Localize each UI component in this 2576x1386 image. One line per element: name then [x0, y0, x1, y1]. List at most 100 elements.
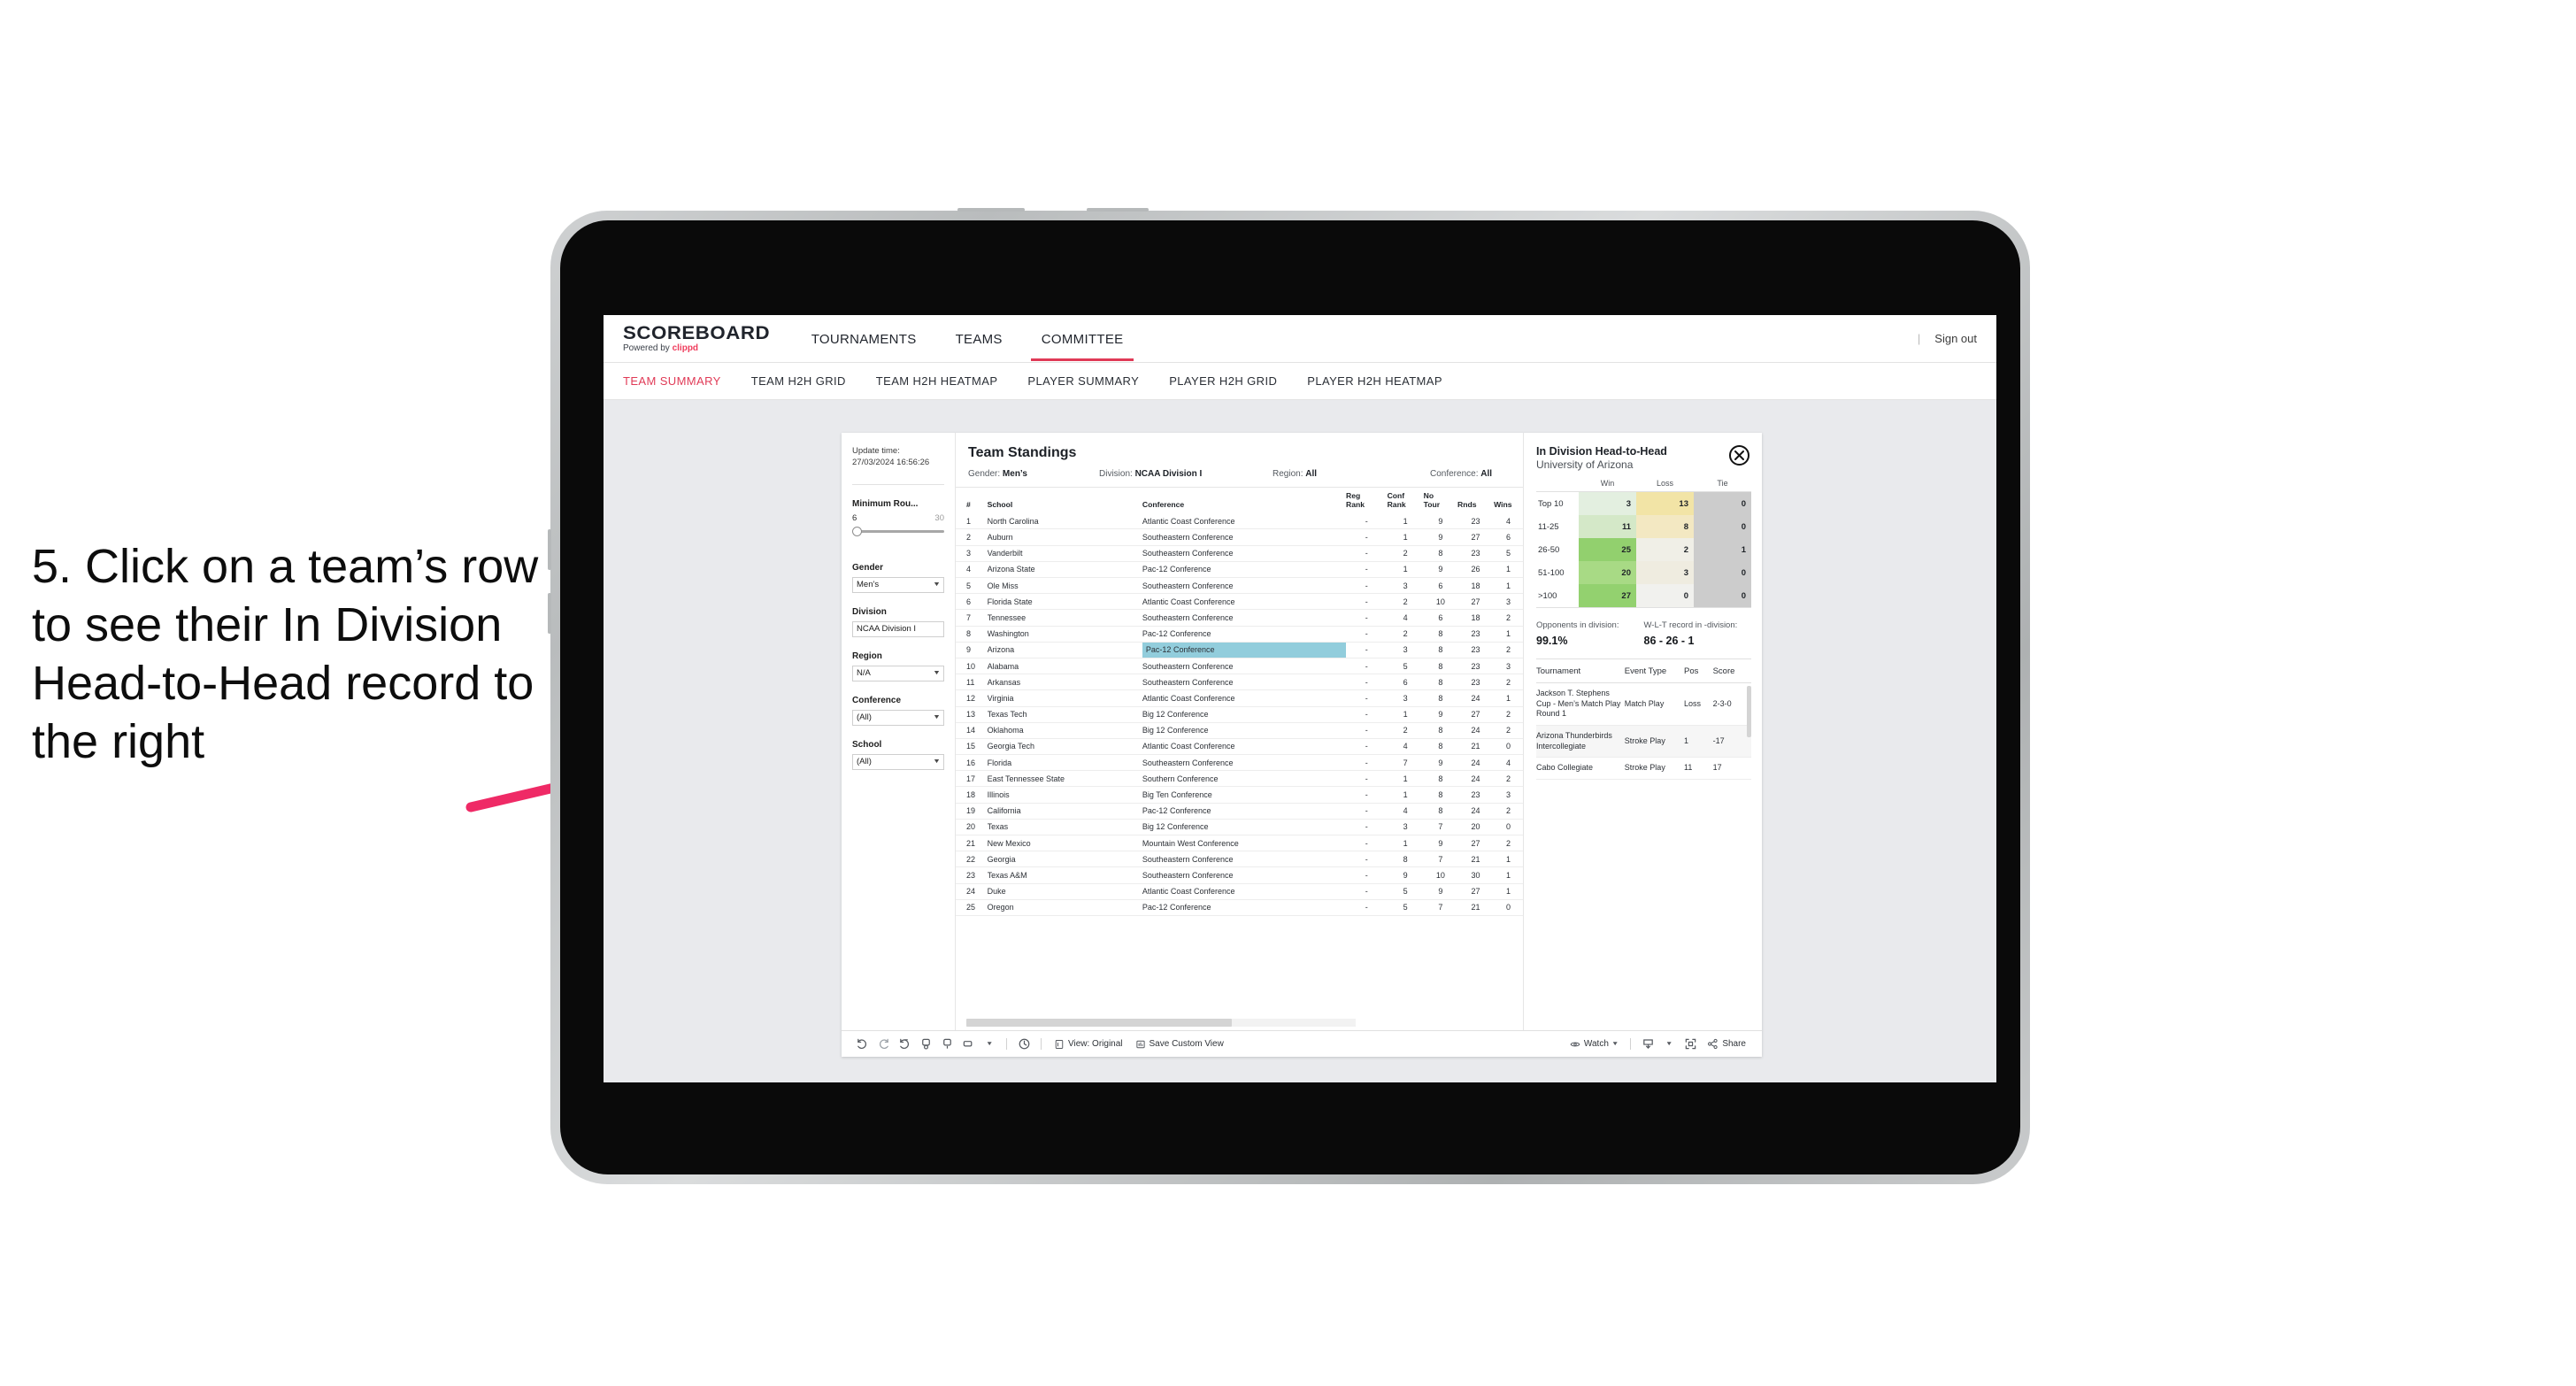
cell-pos: 11 — [1684, 757, 1713, 781]
undo-icon[interactable] — [851, 1035, 873, 1054]
cell-rank: 21 — [956, 835, 988, 852]
meta-division: Division: NCAA Division I — [1099, 469, 1203, 479]
region-select[interactable]: N/A ▼ — [852, 665, 944, 681]
table-row[interactable]: 23 Texas A&M Southeastern Conference -9 10 30… — [956, 866, 1523, 884]
tab-player-h2h-grid[interactable]: PLAYER H2H GRID — [1169, 374, 1277, 388]
nav-committee[interactable]: COMMITTEE — [1022, 317, 1143, 361]
col-rank[interactable]: # — [956, 488, 988, 513]
table-row[interactable]: 16 Florida Southeastern Conference -7 9 24 4 — [956, 754, 1523, 772]
horizontal-scrollbar-thumb[interactable] — [966, 1019, 1232, 1027]
cell-school: Ole Miss — [987, 577, 1142, 595]
cell-reg-rank: - — [1346, 754, 1388, 772]
tab-player-summary[interactable]: PLAYER SUMMARY — [1027, 374, 1139, 388]
redo-icon[interactable] — [873, 1035, 894, 1054]
table-row[interactable]: 21 New Mexico Mountain West Conference -1 9 2… — [956, 835, 1523, 852]
download-dropdown-caret[interactable]: ▼ — [1658, 1035, 1680, 1054]
cell-rank: 9 — [956, 642, 988, 658]
heatmap-cell-win: 27 — [1579, 584, 1636, 608]
col-reg-rank[interactable]: Reg Rank — [1346, 488, 1388, 513]
cell-reg-rank: - — [1346, 577, 1388, 595]
cell-no-tour: 8 — [1423, 626, 1457, 643]
chevron-down-icon: ▼ — [933, 670, 942, 677]
school-select[interactable]: (All) ▼ — [852, 753, 944, 770]
fullscreen-icon[interactable] — [1680, 1035, 1701, 1054]
table-row[interactable]: 10 Alabama Southeastern Conference -5 8 23 3 — [956, 658, 1523, 675]
col-no-tour[interactable]: No Tour — [1424, 488, 1457, 513]
sign-out-link[interactable]: Sign out — [1934, 332, 1977, 345]
col-event-type: Event Type — [1624, 659, 1685, 683]
table-row[interactable]: 13 Texas Tech Big 12 Conference -1 9 27 2 — [956, 706, 1523, 723]
cell-no-tour: 6 — [1423, 577, 1457, 595]
heatmap-corner — [1536, 479, 1579, 492]
close-icon[interactable] — [1729, 445, 1749, 466]
table-row[interactable]: 12 Virginia Atlantic Coast Conference -3 8 24… — [956, 689, 1523, 707]
gender-select[interactable]: Men’s ▼ — [852, 576, 944, 593]
table-row[interactable]: 14 Oklahoma Big 12 Conference -2 8 24 2 — [956, 722, 1523, 739]
slider-knob[interactable] — [852, 526, 862, 536]
nav-tournaments[interactable]: TOURNAMENTS — [792, 317, 936, 361]
table-row[interactable]: 9 Arizona Pac-12 Conference -3 8 23 2 — [956, 642, 1523, 658]
revert-icon[interactable] — [894, 1035, 915, 1054]
nav-teams[interactable]: TEAMS — [936, 317, 1022, 361]
refresh-icon[interactable] — [1013, 1035, 1034, 1054]
cell-tournament: Arizona Thunderbirds Intercollegiate — [1536, 725, 1625, 758]
view-original-button[interactable]: View: Original — [1048, 1039, 1129, 1050]
meta-region: Region: All — [1273, 469, 1318, 479]
table-row[interactable]: 25 Oregon Pac-12 Conference -5 7 21 0 — [956, 899, 1523, 916]
cell-school: Alabama — [987, 658, 1142, 675]
share-button[interactable]: Share — [1701, 1038, 1752, 1050]
table-row[interactable]: 19 California Pac-12 Conference -4 8 24 2 — [956, 803, 1523, 820]
table-row[interactable]: 1 North Carolina Atlantic Coast Conference… — [956, 513, 1523, 530]
cell-rnds: 24 — [1457, 722, 1495, 739]
download-icon[interactable] — [1637, 1035, 1658, 1054]
min-rounds-slider[interactable] — [852, 526, 944, 536]
table-row[interactable]: 4 Arizona State Pac-12 Conference -1 9 26 1 — [956, 561, 1523, 579]
cell-rank: 17 — [956, 770, 988, 788]
col-rnds[interactable]: Rnds — [1457, 488, 1494, 513]
cell-rank: 22 — [956, 851, 988, 868]
table-row[interactable]: 11 Arkansas Southeastern Conference -6 8 23 2 — [956, 674, 1523, 691]
tournaments-scrollbar[interactable] — [1747, 686, 1751, 737]
table-row[interactable]: 15 Georgia Tech Atlantic Coast Conference -… — [956, 738, 1523, 756]
conference-select[interactable]: (All) ▼ — [852, 709, 944, 726]
division-select[interactable]: NCAA Division I — [852, 620, 944, 637]
cell-no-tour: 9 — [1423, 754, 1457, 772]
table-row[interactable]: 24 Duke Atlantic Coast Conference -5 9 27 1 — [956, 883, 1523, 900]
tab-player-h2h-heatmap[interactable]: PLAYER H2H HEATMAP — [1307, 374, 1442, 388]
table-row[interactable]: 7 Tennessee Southeastern Conference -4 6 18 2 — [956, 609, 1523, 627]
cell-reg-rank: - — [1346, 706, 1388, 723]
logo-powered-by: Powered by clippd — [623, 343, 699, 353]
save-custom-view-button[interactable]: Save Custom View — [1129, 1039, 1230, 1050]
table-row[interactable]: 22 Georgia Southeastern Conference -8 7 21 1 — [956, 851, 1523, 868]
col-conf-rank[interactable]: Conf Rank — [1388, 488, 1424, 513]
device-icon[interactable] — [957, 1035, 979, 1054]
table-row[interactable]: 6 Florida State Atlantic Coast Conference -… — [956, 593, 1523, 611]
col-school[interactable]: School — [988, 488, 1142, 513]
table-row[interactable]: 18 Illinois Big Ten Conference -1 8 23 3 — [956, 786, 1523, 804]
col-conference[interactable]: Conference — [1142, 488, 1346, 513]
device-dropdown-caret[interactable]: ▼ — [979, 1035, 1000, 1054]
col-score: Score — [1712, 659, 1751, 683]
table-row[interactable]: 17 East Tennessee State Southern Conferenc… — [956, 770, 1523, 788]
table-row[interactable]: 2 Auburn Southeastern Conference -1 9 27 6 — [956, 528, 1523, 546]
col-wins[interactable]: Wins — [1494, 488, 1523, 513]
tab-team-summary[interactable]: TEAM SUMMARY — [623, 374, 721, 388]
watch-button[interactable]: Watch ▼ — [1564, 1039, 1624, 1050]
cell-wins: 2 — [1494, 722, 1523, 739]
heatmap-row-label: 51-100 — [1536, 561, 1579, 584]
cell-conference: Atlantic Coast Conference — [1142, 513, 1347, 530]
gender-value: Men’s — [857, 580, 880, 590]
table-row[interactable]: 8 Washington Pac-12 Conference -2 8 23 1 — [956, 626, 1523, 643]
tab-team-h2h-grid[interactable]: TEAM H2H GRID — [751, 374, 846, 388]
pause-icon[interactable] — [915, 1035, 936, 1054]
table-row[interactable]: 20 Texas Big 12 Conference -3 7 20 0 — [956, 819, 1523, 836]
tab-team-h2h-heatmap[interactable]: TEAM H2H HEATMAP — [876, 374, 998, 388]
resume-icon[interactable] — [936, 1035, 957, 1054]
table-row[interactable]: 3 Vanderbilt Southeastern Conference -2 8 23 5 — [956, 545, 1523, 562]
cell-reg-rank: - — [1346, 658, 1388, 675]
watch-label: Watch — [1583, 1039, 1609, 1049]
cell-rnds: 27 — [1457, 593, 1495, 611]
cell-conference: Pac-12 Conference — [1142, 803, 1347, 820]
table-row[interactable]: 5 Ole Miss Southeastern Conference -3 6 18 1 — [956, 577, 1523, 595]
standings-table-wrap: # School Conference Reg Rank Conf Rank No T… — [956, 487, 1523, 1030]
